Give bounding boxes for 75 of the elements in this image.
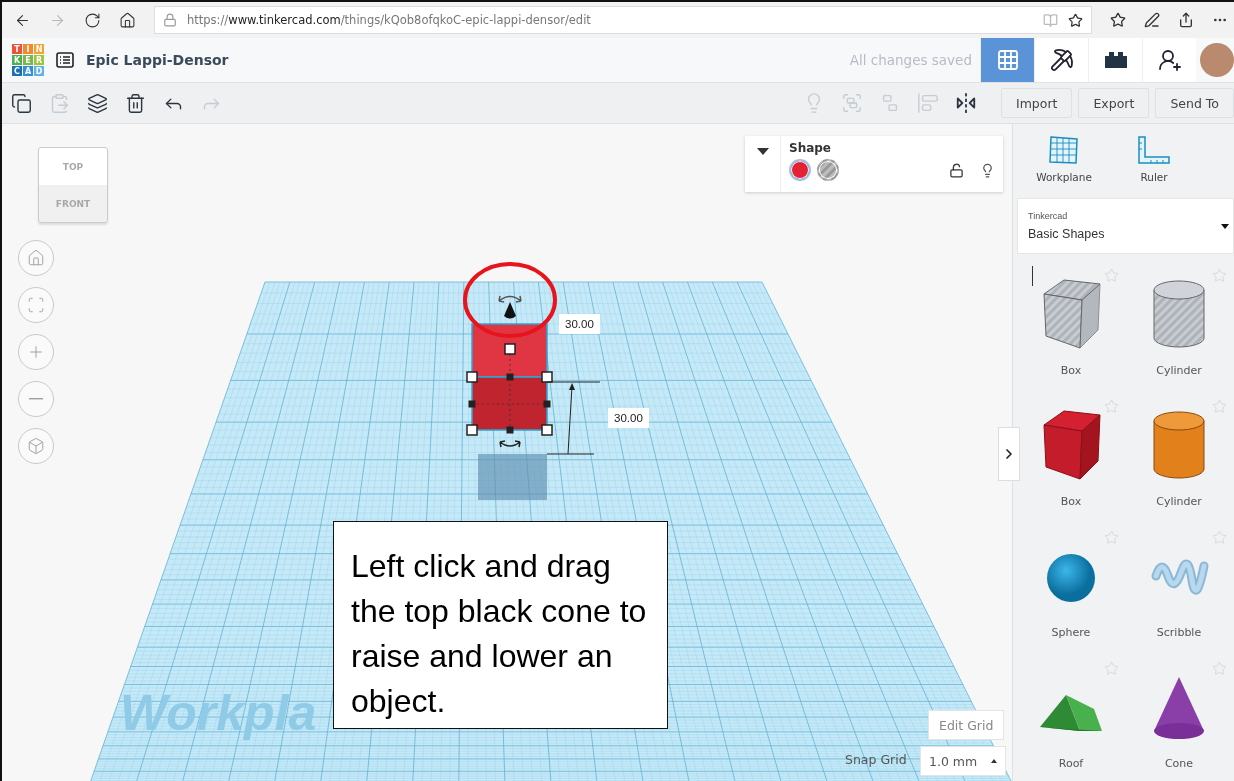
text-cursor xyxy=(1032,266,1033,286)
box-shadow xyxy=(478,454,547,500)
grid-plane-icon xyxy=(1048,135,1080,165)
edit-grid-button[interactable]: Edit Grid xyxy=(928,710,1005,740)
collapse-button[interactable] xyxy=(745,136,781,192)
list-icon[interactable] xyxy=(56,52,74,68)
shape-tile[interactable]: Sphere xyxy=(1017,530,1125,661)
expand-panel-button[interactable] xyxy=(998,427,1020,481)
address-bar[interactable]: https://www.tinkercad.com/things/kQob8ofqkoC-epic-lappi-densor/edit xyxy=(154,6,1092,34)
shape-tile[interactable]: Box xyxy=(1017,268,1125,399)
share-icon[interactable] xyxy=(1178,12,1194,28)
avatar-circle[interactable] xyxy=(1200,43,1234,77)
shape-label: Scribble xyxy=(1156,626,1202,639)
caret-up-icon xyxy=(991,759,997,763)
unlocked-icon[interactable] xyxy=(949,162,964,178)
shape-label: Box xyxy=(1060,364,1082,377)
solid-swatch[interactable] xyxy=(789,159,811,181)
cone-handle-icon[interactable] xyxy=(504,302,516,319)
instruction-callout: Left click and drag the top black cone to raise and lower an object. xyxy=(333,521,668,729)
shape-label: Cylinder xyxy=(1156,495,1202,508)
dimension-label[interactable]: 30.00 xyxy=(608,408,649,428)
shape-library-dropdown[interactable]: Tinkercad Basic Shapes xyxy=(1017,198,1234,254)
shape-label: Cylinder xyxy=(1156,364,1202,377)
lightbulb-icon[interactable] xyxy=(980,162,995,178)
shape-tile[interactable]: Box xyxy=(1017,399,1125,530)
rotate-arrow-icon[interactable] xyxy=(498,295,522,303)
reading-view-icon xyxy=(1043,12,1058,28)
grid-icon xyxy=(995,48,1020,72)
favorites-icon[interactable] xyxy=(1110,12,1126,28)
triangle-down-icon xyxy=(756,148,769,155)
ruler-icon xyxy=(1137,135,1171,165)
shape-tile[interactable]: Cone xyxy=(1125,661,1233,781)
shape-label: Box xyxy=(1060,495,1082,508)
url-text: https://www.tinkercad.com/things/kQob8ofqkoC-epic-lappi-densor/edit xyxy=(187,13,591,27)
shape-label: Roof xyxy=(1058,757,1084,770)
zoom-in-icon xyxy=(27,343,45,361)
toolbar-button[interactable]: Import xyxy=(1000,88,1073,118)
shape-tile[interactable]: Cylinder xyxy=(1125,268,1233,399)
panel-title: Shape xyxy=(789,141,832,155)
home-icon[interactable] xyxy=(119,11,136,29)
cube-icon xyxy=(27,437,45,455)
snap-grid-select[interactable]: 1.0 mm xyxy=(920,746,1006,776)
logo: T I N K E R C A D xyxy=(12,44,44,76)
fit-view-icon xyxy=(27,296,45,314)
hole-swatch[interactable] xyxy=(817,159,839,181)
pen-icon[interactable] xyxy=(1144,12,1160,28)
caret-down-icon xyxy=(1221,224,1229,229)
pickaxe-icon xyxy=(1049,48,1074,72)
favorite-star-icon[interactable] xyxy=(1068,12,1083,28)
brick-tab[interactable] xyxy=(1088,38,1142,82)
shape-label: Cone xyxy=(1164,757,1194,770)
roof-drawing xyxy=(1040,695,1102,731)
dimension-label[interactable]: 30.00 xyxy=(559,314,600,334)
home-button[interactable] xyxy=(18,240,54,276)
add-user-icon xyxy=(1157,48,1182,72)
shape-tile[interactable]: Roof xyxy=(1017,661,1125,781)
toolbar-button[interactable]: Send To xyxy=(1155,88,1234,118)
ruler-tool[interactable]: Ruler xyxy=(1123,135,1185,183)
brick-icon xyxy=(1104,52,1127,68)
home-icon xyxy=(27,249,45,267)
pickaxe-tab[interactable] xyxy=(1034,38,1088,82)
shape-label: Sphere xyxy=(1051,626,1091,639)
lock-icon xyxy=(163,13,177,27)
workplane-tool[interactable]: Workplane xyxy=(1033,135,1095,183)
snap-grid-label: Snap Grid xyxy=(845,752,907,767)
resize-handles[interactable] xyxy=(466,343,553,436)
save-status: All changes saved xyxy=(849,52,972,68)
toolbar-button[interactable]: Export xyxy=(1078,88,1150,118)
rotate-arrow-icon[interactable] xyxy=(499,440,521,448)
shape-tile[interactable]: Cylinder xyxy=(1125,399,1233,530)
reload-icon[interactable] xyxy=(84,11,101,29)
perspective-button[interactable] xyxy=(18,428,54,464)
add-user-tab[interactable] xyxy=(1142,38,1196,82)
shape-tile[interactable]: Scribble xyxy=(1125,530,1233,661)
design-title[interactable]: Epic Lappi-Densor xyxy=(86,52,229,68)
